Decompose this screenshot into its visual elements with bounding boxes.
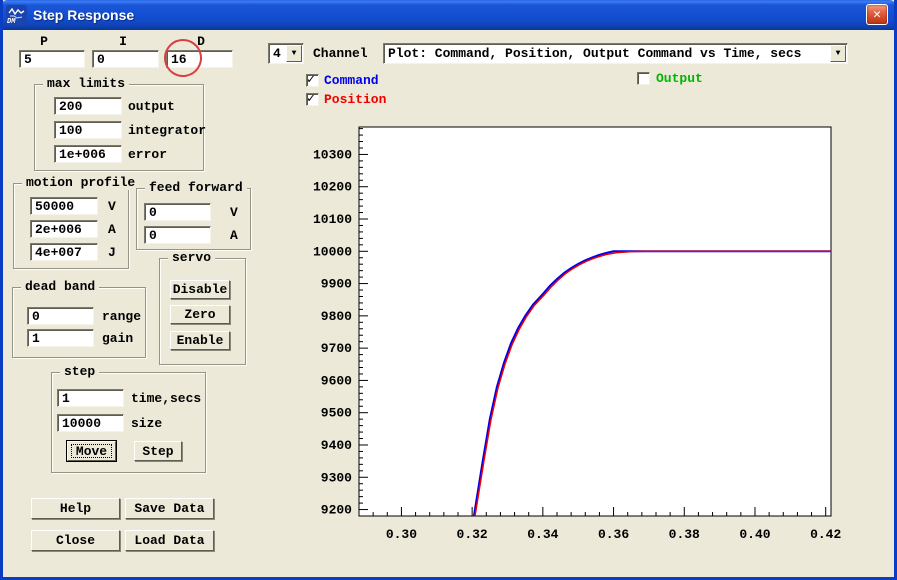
max-integrator-input[interactable] — [54, 121, 122, 139]
x-tick-label: 0.42 — [810, 527, 841, 542]
y-tick-label: 9700 — [321, 341, 352, 356]
profile-jerk-input[interactable] — [30, 243, 98, 261]
deadband-gain-input[interactable] — [27, 329, 94, 347]
i-gain-input[interactable] — [92, 50, 159, 68]
chevron-down-icon[interactable]: ▼ — [830, 45, 846, 62]
y-tick-label: 9800 — [321, 309, 352, 324]
x-tick-label: 0.38 — [669, 527, 700, 542]
x-tick-label: 0.40 — [739, 527, 770, 542]
app-icon-text: DM — [7, 19, 15, 26]
y-tick-label: 9300 — [321, 470, 352, 485]
channel-value: 4 — [273, 45, 283, 62]
channel-label: Channel — [313, 46, 368, 62]
help-button[interactable]: Help — [31, 498, 120, 519]
y-tick-label: 9400 — [321, 438, 352, 453]
y-tick-label: 10000 — [313, 244, 352, 259]
window-title: Step Response — [33, 7, 134, 23]
y-tick-label: 9900 — [321, 277, 352, 292]
profile-jerk-label: J — [108, 245, 116, 261]
servo-zero-button[interactable]: Zero — [170, 305, 230, 324]
series-command — [474, 251, 831, 516]
servo-group: servo Disable Zero Enable — [159, 258, 246, 365]
y-tick-label: 10100 — [313, 212, 352, 227]
step-button[interactable]: Step — [134, 441, 182, 461]
x-tick-label: 0.30 — [386, 527, 417, 542]
max-output-input[interactable] — [54, 97, 122, 115]
close-button[interactable]: Close — [31, 530, 120, 551]
max-output-label: output — [128, 99, 175, 115]
step-time-input[interactable] — [57, 389, 124, 407]
load-data-button[interactable]: Load Data — [125, 530, 214, 551]
ff-accel-label: A — [230, 228, 238, 244]
servo-title: servo — [168, 251, 215, 265]
p-gain-input[interactable] — [19, 50, 85, 68]
series-position — [475, 251, 831, 516]
motion-profile-title: motion profile — [22, 176, 139, 190]
d-gain-input[interactable] — [166, 50, 233, 68]
close-icon[interactable]: ✕ — [866, 4, 888, 25]
y-tick-label: 9600 — [321, 373, 352, 388]
x-tick-label: 0.36 — [598, 527, 629, 542]
max-error-label: error — [128, 147, 167, 163]
position-checkbox-label: Position — [324, 92, 386, 108]
plot-select-value: Plot: Command, Position, Output Command … — [388, 45, 827, 62]
plot-select[interactable]: Plot: Command, Position, Output Command … — [383, 43, 848, 64]
move-button[interactable]: Move — [67, 441, 116, 461]
command-checkbox[interactable] — [306, 74, 319, 87]
ff-velocity-input[interactable] — [144, 203, 211, 221]
deadband-gain-label: gain — [102, 331, 133, 347]
step-time-label: time,secs — [131, 391, 201, 407]
channel-select[interactable]: 4 ▼ — [268, 43, 304, 64]
titlebar[interactable]: DM Step Response ✕ — [0, 0, 897, 30]
output-checkbox-label: Output — [656, 71, 703, 87]
output-checkbox[interactable] — [637, 72, 650, 85]
feed-forward-title: feed forward — [145, 181, 247, 195]
max-error-input[interactable] — [54, 145, 122, 163]
x-tick-label: 0.34 — [527, 527, 558, 542]
y-tick-label: 9500 — [321, 406, 352, 421]
max-limits-title: max limits — [43, 77, 129, 91]
save-data-button[interactable]: Save Data — [125, 498, 214, 519]
max-limits-group: max limits output integrator error — [34, 84, 204, 171]
profile-accel-label: A — [108, 222, 116, 238]
step-group: step time,secs size Move Step — [51, 372, 206, 473]
position-checkbox[interactable] — [306, 93, 319, 106]
command-checkbox-label: Command — [324, 73, 379, 89]
y-tick-label: 10300 — [313, 147, 352, 162]
chevron-down-icon[interactable]: ▼ — [286, 45, 302, 62]
profile-velocity-input[interactable] — [30, 197, 98, 215]
dead-band-title: dead band — [21, 280, 99, 294]
step-response-window: DM Step Response ✕ P I D max limits outp… — [0, 0, 897, 580]
deadband-range-label: range — [102, 309, 141, 325]
d-label: D — [176, 34, 226, 50]
deadband-range-input[interactable] — [27, 307, 94, 325]
app-icon: DM — [6, 5, 27, 26]
y-tick-label: 10200 — [313, 180, 352, 195]
feed-forward-group: feed forward V A — [136, 188, 251, 250]
y-tick-label: 9200 — [321, 503, 352, 518]
i-label: I — [98, 34, 148, 50]
motion-profile-group: motion profile V A J — [13, 183, 129, 269]
profile-velocity-label: V — [108, 199, 116, 215]
step-size-label: size — [131, 416, 162, 432]
ff-accel-input[interactable] — [144, 226, 211, 244]
max-integrator-label: integrator — [128, 123, 206, 139]
dead-band-group: dead band range gain — [12, 287, 146, 358]
ff-velocity-label: V — [230, 205, 238, 221]
x-tick-label: 0.32 — [457, 527, 488, 542]
servo-enable-button[interactable]: Enable — [170, 331, 230, 350]
p-label: P — [19, 34, 69, 50]
plot-area — [359, 127, 831, 516]
step-size-input[interactable] — [57, 414, 124, 432]
step-title: step — [60, 365, 99, 379]
profile-accel-input[interactable] — [30, 220, 98, 238]
servo-disable-button[interactable]: Disable — [170, 280, 230, 299]
